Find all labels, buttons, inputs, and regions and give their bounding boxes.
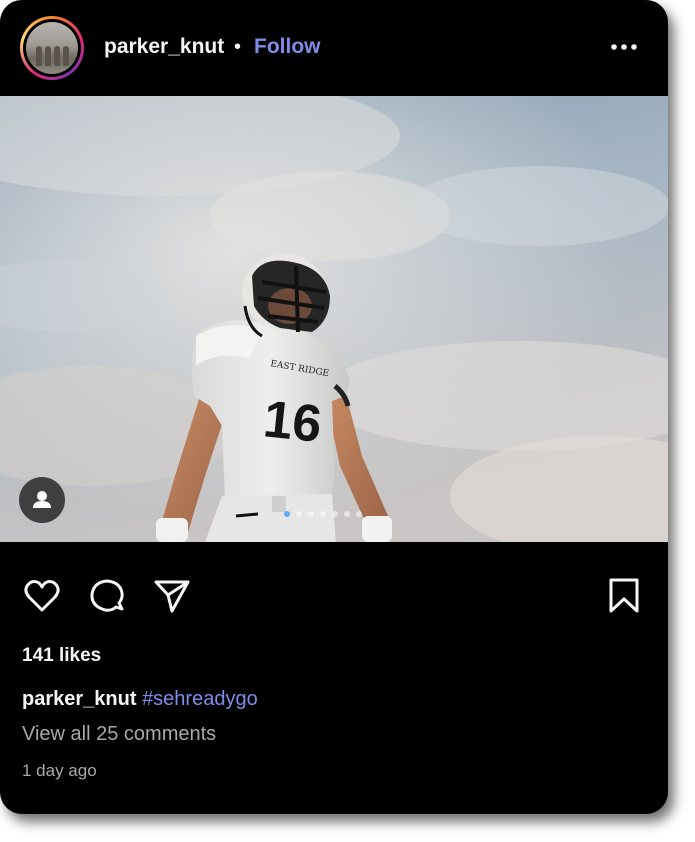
carousel-dot [320, 511, 326, 517]
view-comments-link[interactable]: View all 25 comments [22, 721, 216, 747]
post-caption: parker_knut #sehreadygo [22, 686, 258, 712]
instagram-post-card: parker_knut • Follow EAST RIDGE 16 141 l… [0, 0, 668, 814]
carousel-dot [284, 511, 290, 517]
user-tag-icon[interactable] [19, 477, 65, 523]
post-photo[interactable]: EAST RIDGE 16 [0, 96, 668, 542]
carousel-dot [296, 511, 302, 517]
avatar-figure [63, 46, 69, 66]
carousel-dot [344, 511, 350, 517]
jersey-number: 16 [261, 390, 325, 454]
avatar-figure [54, 46, 60, 66]
post-header: parker_knut • Follow [0, 0, 668, 96]
carousel-dot [332, 511, 338, 517]
avatar-border [23, 19, 81, 77]
follow-button[interactable]: Follow [254, 34, 321, 60]
post-timestamp: 1 day ago [22, 761, 97, 780]
more-options-icon[interactable] [608, 36, 642, 58]
avatar-figure [36, 46, 42, 66]
heart-icon[interactable] [22, 576, 62, 616]
bookmark-icon[interactable] [604, 576, 644, 616]
comment-icon[interactable] [87, 576, 127, 616]
caption-username[interactable]: parker_knut [22, 688, 137, 710]
username-separator: • [234, 36, 242, 58]
avatar-figure [45, 46, 51, 66]
carousel-dot [356, 511, 362, 517]
send-icon[interactable] [152, 576, 192, 616]
likes-count[interactable]: 141 likes [22, 644, 101, 668]
caption-hashtag[interactable]: #sehreadygo [142, 688, 258, 710]
carousel-dot [308, 511, 314, 517]
avatar-image [26, 22, 78, 74]
avatar[interactable] [20, 16, 84, 80]
post-username[interactable]: parker_knut [104, 34, 224, 60]
